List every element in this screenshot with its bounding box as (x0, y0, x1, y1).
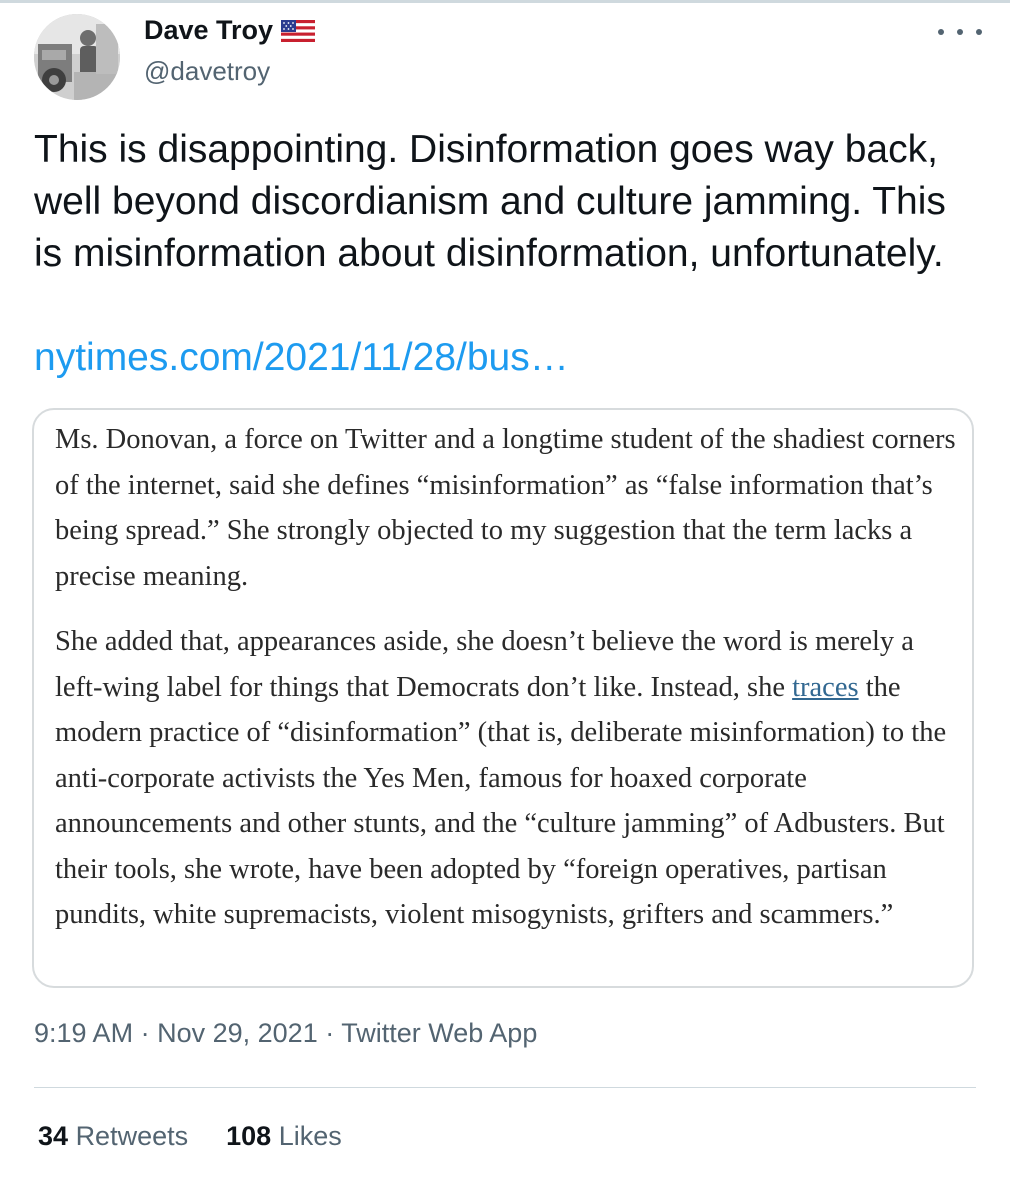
more-dot (976, 29, 982, 35)
more-dot (938, 29, 944, 35)
avatar-photo (34, 14, 120, 100)
quote-paragraph-2-end: the modern practice of “disinformation” … (55, 671, 947, 931)
tweet-date[interactable]: Nov 29, 2021 (157, 1018, 318, 1048)
tweet-meta: 9:19 AM · Nov 29, 2021 · Twitter Web App (34, 1018, 537, 1049)
quote-paragraph-2-start: She added that, appearances aside, she d… (55, 626, 914, 703)
quoted-article-image[interactable]: Ms. Donovan, a force on Twitter and a lo… (32, 408, 974, 988)
tweet-link[interactable]: nytimes.com/2021/11/28/bus… (34, 332, 569, 384)
traces-link[interactable]: traces (792, 672, 858, 703)
us-flag-icon (281, 19, 316, 42)
author-name-text: Dave Troy (144, 15, 274, 45)
quote-paragraph-1: Ms. Donovan, a force on Twitter and a lo… (55, 424, 956, 592)
likes-stat[interactable]: 108 Likes (226, 1121, 342, 1152)
meta-separator: · (325, 1018, 335, 1048)
retweets-count: 34 (38, 1121, 69, 1151)
tweet-text: This is disappointing. Disinformation go… (34, 128, 946, 275)
more-options-icon[interactable] (938, 22, 982, 42)
retweets-label: Retweets (75, 1121, 189, 1151)
avatar[interactable] (34, 14, 120, 100)
tweet-time[interactable]: 9:19 AM (34, 1018, 133, 1048)
author-handle[interactable]: @davetroy (144, 56, 270, 87)
likes-count: 108 (226, 1121, 272, 1151)
quote-paragraph-2: She added that, appearances aside, she d… (55, 619, 960, 938)
author-name[interactable]: Dave Troy (144, 15, 316, 46)
stats-divider (34, 1087, 976, 1088)
tweet-source[interactable]: Twitter Web App (341, 1018, 537, 1048)
top-divider (0, 0, 1010, 3)
engagement-stats: 34 Retweets 108 Likes (38, 1121, 342, 1152)
more-dot (957, 29, 963, 35)
meta-separator: · (140, 1018, 150, 1048)
retweets-stat[interactable]: 34 Retweets (38, 1121, 188, 1152)
likes-label: Likes (278, 1121, 342, 1151)
